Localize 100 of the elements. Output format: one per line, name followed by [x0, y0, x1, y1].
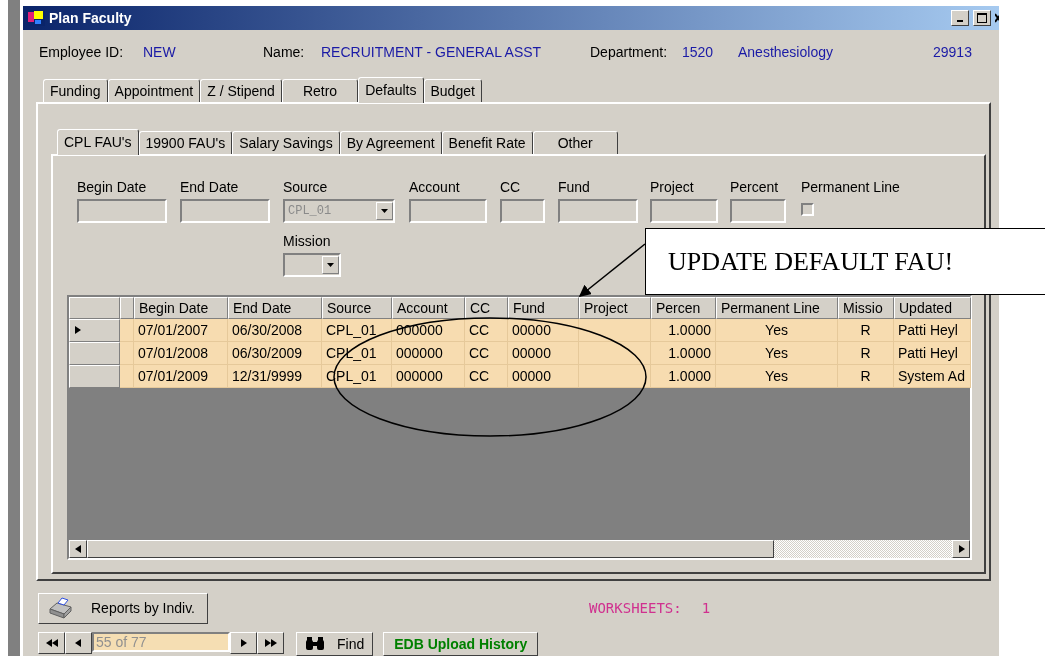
table-cell: 1.0000: [651, 318, 716, 342]
tab[interactable]: Retro: [281, 78, 359, 102]
tab[interactable]: By Agreement: [339, 130, 442, 154]
table-cell: CC: [465, 318, 508, 342]
table-cell: R: [838, 318, 894, 342]
table-cell: Yes: [716, 341, 838, 365]
maximize-icon: [977, 13, 987, 23]
scroll-thumb[interactable]: [87, 539, 774, 558]
tab[interactable]: 19900 FAU's: [138, 130, 233, 154]
table-cell: 12/31/9999: [228, 364, 322, 388]
annotation-arrow: [578, 243, 646, 297]
tab[interactable]: Defaults: [358, 76, 424, 103]
name-value: RECRUITMENT - GENERAL ASST: [321, 43, 543, 60]
last-record-button[interactable]: [257, 632, 284, 654]
table-cell: 06/30/2008: [228, 318, 322, 342]
first-icon: [45, 639, 58, 647]
tab[interactable]: CPL FAU's: [57, 128, 139, 155]
table-cell: 07/01/2009: [134, 364, 228, 388]
column-header[interactable]: Missio: [838, 296, 894, 319]
name-label: Name:: [263, 43, 306, 60]
field-label: Fund: [558, 178, 591, 195]
table-cell: 1.0000: [651, 364, 716, 388]
minimize-button[interactable]: [951, 10, 969, 26]
table-cell: 07/01/2008: [134, 341, 228, 365]
field-label: Begin Date: [77, 178, 148, 195]
next-record-button[interactable]: [230, 632, 257, 654]
column-header[interactable]: Begin Date: [134, 296, 228, 319]
field-label: Account: [409, 178, 461, 195]
column-header[interactable]: CC: [465, 296, 508, 319]
tab[interactable]: Budget: [423, 78, 482, 102]
horizontal-scrollbar[interactable]: [69, 539, 970, 558]
field-label: Source: [283, 178, 329, 195]
scroll-left-button[interactable]: [69, 539, 87, 558]
column-header[interactable]: Permanent Line: [716, 296, 838, 319]
table-cell: 00000: [508, 364, 579, 388]
employee-id-value: NEW: [143, 43, 177, 60]
current-row-icon: [74, 326, 81, 335]
window-title: Plan Faculty: [49, 10, 133, 26]
previous-icon: [75, 639, 82, 647]
row-header[interactable]: [69, 341, 120, 365]
row-header: [69, 296, 120, 319]
dropdown-arrow-icon: [327, 260, 334, 269]
left-arrow-icon: [74, 544, 82, 553]
table-cell: System Ad: [894, 364, 971, 388]
find-button[interactable]: Find: [296, 632, 374, 656]
column-header[interactable]: End Date: [228, 296, 322, 319]
worksheets-count: 1: [701, 600, 711, 617]
last-icon: [264, 639, 277, 647]
tab[interactable]: Benefit Rate: [441, 130, 533, 154]
right-arrow-icon: [957, 544, 965, 553]
table-cell: CC: [465, 364, 508, 388]
dropdown-arrow-icon: [381, 206, 388, 215]
table-cell: R: [838, 341, 894, 365]
table-cell: 1.0000: [651, 341, 716, 365]
department-code: 1520: [682, 43, 715, 60]
table-cell: 07/01/2007: [134, 318, 228, 342]
tab[interactable]: Other: [532, 130, 618, 154]
next-icon: [240, 639, 247, 647]
department-name: Anesthesiology: [738, 43, 834, 60]
column-header[interactable]: Percen: [651, 296, 716, 319]
reports-button[interactable]: Reports by Indiv.: [38, 592, 208, 624]
field-label: Project: [650, 178, 695, 195]
checkbox[interactable]: [801, 202, 814, 216]
annotation-callout: UPDATE DEFAULT FAU!: [645, 228, 1045, 295]
table-cell: Patti Heyl: [894, 318, 971, 342]
printer-icon: [47, 597, 75, 620]
field-label: CC: [500, 178, 522, 195]
table-cell: 00000: [508, 341, 579, 365]
field-label: Permanent Line: [801, 178, 901, 195]
table-cell: 000000: [392, 364, 465, 388]
row-header[interactable]: [69, 364, 120, 388]
column-header[interactable]: Fund: [508, 296, 579, 319]
tab[interactable]: Z / Stipend: [200, 78, 282, 102]
worksheets-label: WORKSHEETS:: [589, 600, 682, 617]
field-label: Mission: [283, 232, 332, 249]
column-header[interactable]: Updated: [894, 296, 971, 319]
column-header[interactable]: Source: [322, 296, 392, 319]
table-cell: CC: [465, 341, 508, 365]
maximize-button[interactable]: [973, 10, 991, 26]
record-number: 29913: [933, 43, 973, 60]
tab[interactable]: Salary Savings: [232, 130, 340, 154]
column-header[interactable]: Account: [392, 296, 465, 319]
employee-id-label: Employee ID:: [39, 43, 125, 60]
table-cell: 000000: [392, 341, 465, 365]
tab[interactable]: Funding: [43, 78, 108, 102]
binoculars-icon: [305, 637, 325, 651]
column-header[interactable]: Project: [579, 296, 651, 319]
field-label: Percent: [730, 178, 780, 195]
row-header[interactable]: [69, 318, 120, 342]
scroll-right-button[interactable]: [952, 539, 970, 558]
table-cell: 06/30/2009: [228, 341, 322, 365]
app-icon: [27, 10, 45, 26]
department-label: Department:: [590, 43, 669, 60]
previous-record-button[interactable]: [65, 632, 92, 654]
table-cell: Yes: [716, 318, 838, 342]
table-cell: Patti Heyl: [894, 341, 971, 365]
table-cell: R: [838, 364, 894, 388]
column-header: [120, 296, 134, 319]
tab[interactable]: Appointment: [107, 78, 201, 102]
first-record-button[interactable]: [38, 632, 65, 654]
